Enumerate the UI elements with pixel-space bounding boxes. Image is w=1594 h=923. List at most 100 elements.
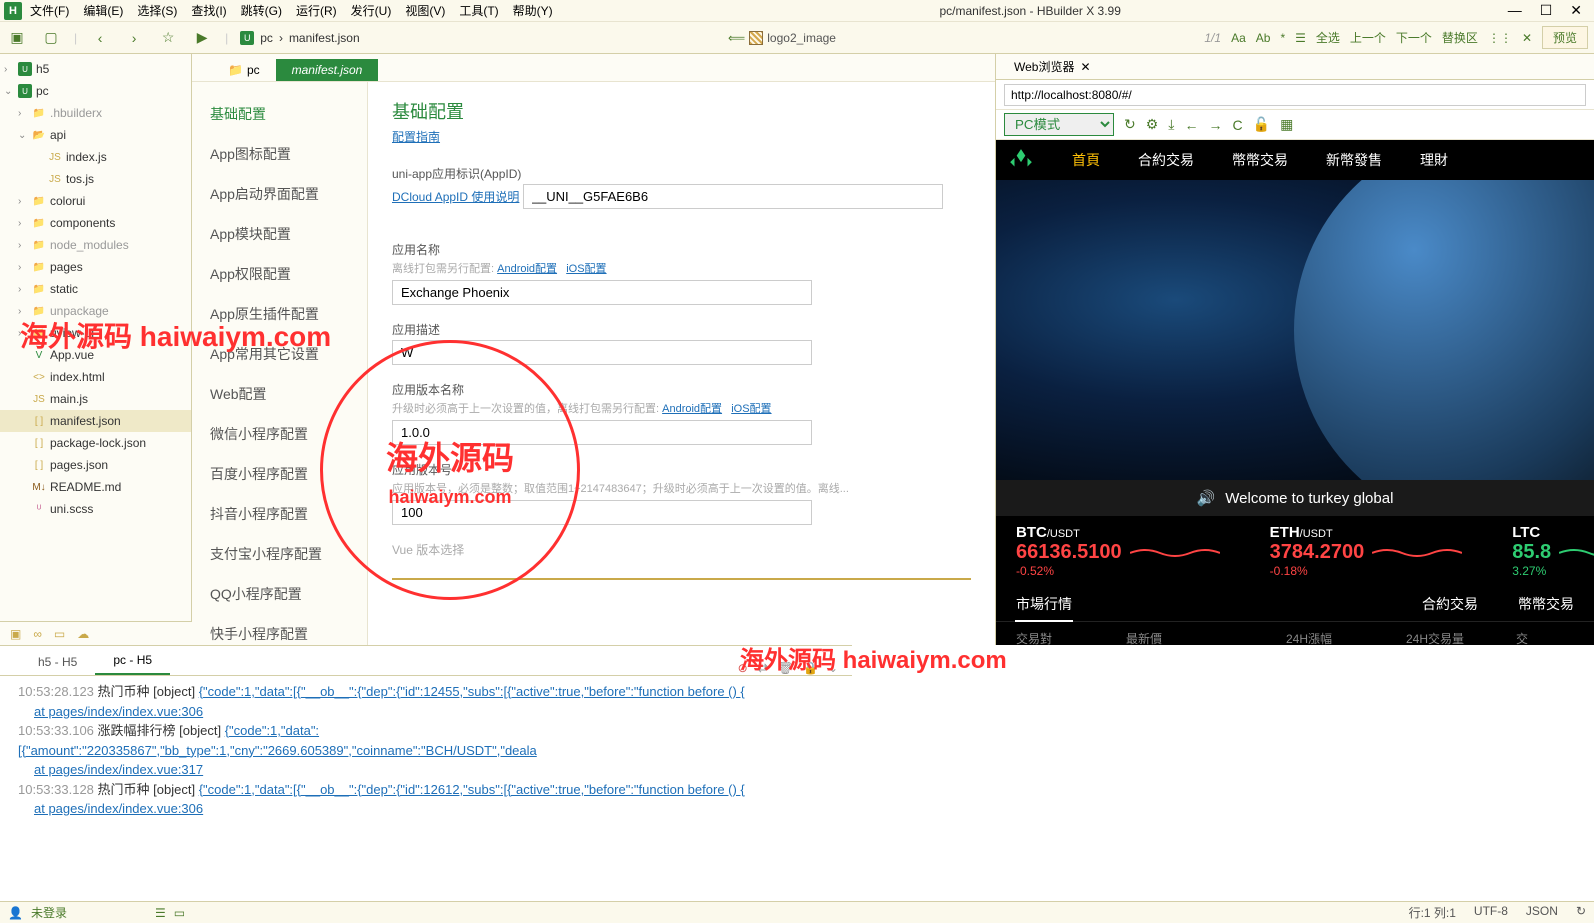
menu-edit[interactable]: 编辑(E) xyxy=(83,2,123,19)
ft-sync-icon[interactable]: ∞ xyxy=(33,627,42,641)
browser-forward-icon[interactable]: → xyxy=(1209,117,1223,133)
ios-config-link[interactable]: iOS配置 xyxy=(566,263,606,275)
favorite-icon[interactable]: ☆ xyxy=(157,27,179,49)
tab-manifest[interactable]: manifest.json xyxy=(276,59,379,81)
console-lock-icon[interactable]: 🔒 xyxy=(803,661,818,675)
ticker-LTC[interactable]: LTC 85.8 3.27% xyxy=(1512,524,1594,578)
manifest-nav-item[interactable]: QQ小程序配置 xyxy=(192,574,367,614)
filetree-node-main-js[interactable]: JSmain.js xyxy=(0,388,191,410)
browser-url-input[interactable] xyxy=(1004,84,1586,106)
appname-input[interactable] xyxy=(392,280,812,305)
menu-publish[interactable]: 发行(U) xyxy=(351,2,392,19)
rotate-icon[interactable]: ↻ xyxy=(1124,116,1136,133)
prev-match[interactable]: 上一个 xyxy=(1350,29,1386,46)
nav-ieo[interactable]: 新幣發售 xyxy=(1326,150,1382,170)
filetree-node-node_modules[interactable]: ›📁node_modules xyxy=(0,234,191,256)
console-json-link[interactable]: {"code":1,"data":[{"__ob__":{"dep":{"id"… xyxy=(199,684,745,699)
menu-goto[interactable]: 跳转(G) xyxy=(241,2,282,19)
filetree-node--hbuilderx[interactable]: ›📁.hbuilderx xyxy=(0,102,191,124)
market-tab-spot[interactable]: 幣幣交易 xyxy=(1498,594,1594,614)
filetree-node-package-lock-json[interactable]: [ ]package-lock.json xyxy=(0,432,191,454)
sb-terminal-icon[interactable]: ▭ xyxy=(174,906,185,920)
gear-icon[interactable]: ⚙ xyxy=(1146,116,1159,133)
ios-config-link2[interactable]: iOS配置 xyxy=(731,403,771,415)
manifest-nav-item[interactable]: App原生插件配置 xyxy=(192,294,367,334)
filetree-node-App-vue[interactable]: VApp.vue xyxy=(0,344,191,366)
sb-list-icon[interactable]: ☰ xyxy=(155,906,166,920)
replace-area[interactable]: 替换区 xyxy=(1442,29,1478,46)
ticker-BTC[interactable]: BTC/USDT 66136.5100 -0.52% xyxy=(1016,524,1220,578)
menu-view[interactable]: 视图(V) xyxy=(405,2,445,19)
case-icon[interactable]: Aa xyxy=(1231,31,1246,45)
refresh-icon[interactable]: C xyxy=(1233,117,1243,133)
appdesc-input[interactable] xyxy=(392,340,812,365)
filetree-node-pages[interactable]: ›📁pages xyxy=(0,256,191,278)
filetree-node-unpackage[interactable]: ›📁unpackage xyxy=(0,300,191,322)
menu-run[interactable]: 运行(R) xyxy=(296,2,337,19)
nav-home[interactable]: 首頁 xyxy=(1072,150,1100,170)
more-icon[interactable]: ⋮⋮ xyxy=(1488,31,1512,45)
user-icon[interactable]: 👤 xyxy=(8,906,23,920)
console-tab-pc[interactable]: pc - H5 xyxy=(95,647,170,675)
appid-help-link[interactable]: DCloud AppID 使用说明 xyxy=(392,188,519,205)
manifest-nav-item[interactable]: 快手小程序配置 xyxy=(192,614,367,645)
minimize-icon[interactable]: — xyxy=(1508,2,1522,19)
console-json-link[interactable]: {"code":1,"data":[{"amount":"220335867",… xyxy=(18,723,537,758)
browser-mode-select[interactable]: PC模式 xyxy=(1004,113,1114,136)
search-back-icon[interactable]: ⟸ xyxy=(728,31,745,45)
breadcrumb-file[interactable]: manifest.json xyxy=(289,31,360,45)
filetree-node-h5[interactable]: ›Uh5 xyxy=(0,58,191,80)
filetree-node-pc[interactable]: ⌄Upc xyxy=(0,80,191,102)
console-down-icon[interactable]: ⌄ xyxy=(828,661,838,675)
list-icon[interactable]: ☰ xyxy=(1295,31,1306,45)
login-status[interactable]: 未登录 xyxy=(31,904,67,921)
console-source-link[interactable]: at pages/index/index.vue:317 xyxy=(34,762,203,777)
regex-icon[interactable]: * xyxy=(1280,31,1285,45)
filetree-node-api[interactable]: ⌄📂api xyxy=(0,124,191,146)
filetree-node-manifest-json[interactable]: [ ]manifest.json xyxy=(0,410,191,432)
browser-tab-close-icon[interactable]: ✕ xyxy=(1080,60,1090,74)
manifest-nav-item[interactable]: 微信小程序配置 xyxy=(192,414,367,454)
manifest-nav-item[interactable]: App启动界面配置 xyxy=(192,174,367,214)
filetree-node-README-md[interactable]: M↓README.md xyxy=(0,476,191,498)
run-icon[interactable]: ▶ xyxy=(191,27,213,49)
manifest-nav-item[interactable]: 百度小程序配置 xyxy=(192,454,367,494)
ft-terminal-icon[interactable]: ▭ xyxy=(54,627,65,641)
language-mode[interactable]: JSON xyxy=(1526,904,1558,921)
tab-pc-folder[interactable]: 📁 pc xyxy=(212,59,276,81)
market-tab-contract[interactable]: 合約交易 xyxy=(1402,594,1498,614)
ticker-ETH[interactable]: ETH/USDT 3784.2700 -0.18% xyxy=(1270,524,1463,578)
lock-icon[interactable]: 🔓 xyxy=(1253,116,1270,133)
manifest-nav-item[interactable]: App图标配置 xyxy=(192,134,367,174)
market-tab-quotes[interactable]: 市場行情 xyxy=(996,594,1092,614)
maximize-icon[interactable]: ☐ xyxy=(1540,2,1553,19)
android-config-link[interactable]: Android配置 xyxy=(497,263,557,275)
console-json-link[interactable]: {"code":1,"data":[{"__ob__":{"dep":{"id"… xyxy=(199,782,745,797)
console-source-link[interactable]: at pages/index/index.vue:306 xyxy=(34,801,203,816)
version-code-input[interactable] xyxy=(392,500,812,525)
version-name-input[interactable] xyxy=(392,420,812,445)
menu-file[interactable]: 文件(F) xyxy=(30,2,69,19)
manifest-nav-item[interactable]: App常用其它设置 xyxy=(192,334,367,374)
console-stop-icon[interactable]: ⊘ xyxy=(738,661,748,675)
sb-sync-icon[interactable]: ↻ xyxy=(1576,904,1586,921)
menu-find[interactable]: 查找(I) xyxy=(191,2,226,19)
filetree-node-components[interactable]: ›📁components xyxy=(0,212,191,234)
menu-select[interactable]: 选择(S) xyxy=(137,2,177,19)
nav-back-icon[interactable]: ‹ xyxy=(89,27,111,49)
manifest-nav-item[interactable]: 支付宝小程序配置 xyxy=(192,534,367,574)
filetree-node-static[interactable]: ›📁static xyxy=(0,278,191,300)
manifest-nav-item[interactable]: App模块配置 xyxy=(192,214,367,254)
config-guide-link[interactable]: 配置指南 xyxy=(392,128,440,145)
manifest-nav-item[interactable]: Web配置 xyxy=(192,374,367,414)
filetree-node-uni-scss[interactable]: ᵁuni.scss xyxy=(0,498,191,520)
menu-help[interactable]: 帮助(Y) xyxy=(513,2,553,19)
next-match[interactable]: 下一个 xyxy=(1396,29,1432,46)
search-tab[interactable]: ⟸ logo2_image xyxy=(728,31,836,45)
appid-input[interactable] xyxy=(523,184,943,209)
filetree-node-index-html[interactable]: <>index.html xyxy=(0,366,191,388)
manifest-nav-item[interactable]: App权限配置 xyxy=(192,254,367,294)
close-search-icon[interactable]: ✕ xyxy=(1522,31,1532,45)
filetree-node-uview-ui[interactable]: ›📁uview-ui xyxy=(0,322,191,344)
console-tab-h5[interactable]: h5 - H5 xyxy=(20,649,95,675)
